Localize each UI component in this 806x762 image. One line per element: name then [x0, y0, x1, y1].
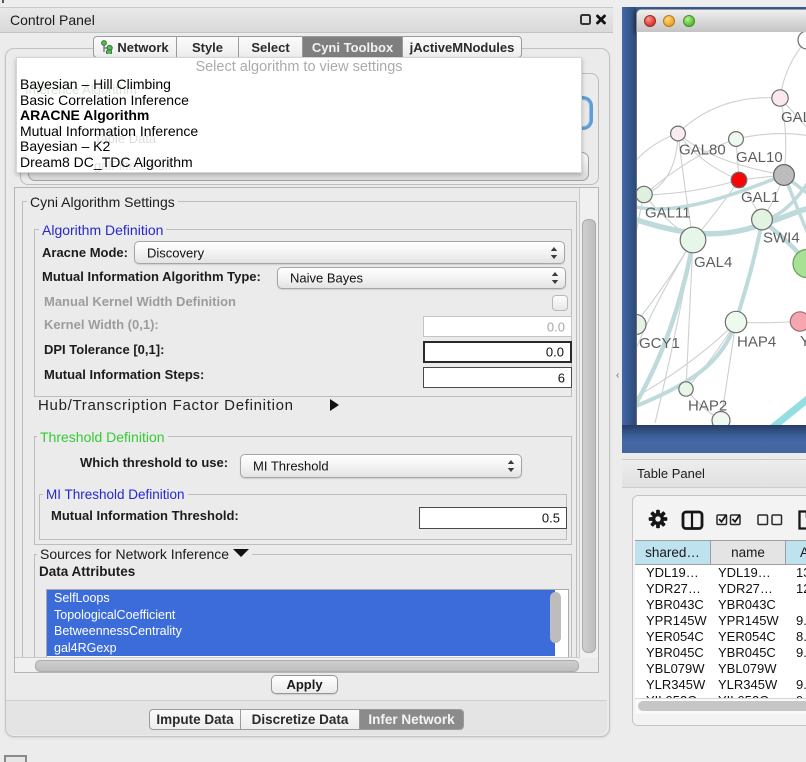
svg-text:GAL10: GAL10 — [736, 149, 783, 166]
svg-text:GAL80: GAL80 — [679, 142, 726, 159]
svg-text:GAL1: GAL1 — [741, 189, 779, 206]
svg-text:GCY1: GCY1 — [639, 335, 680, 352]
svg-text:GAL4: GAL4 — [694, 254, 732, 271]
svg-text:Y: Y — [800, 333, 806, 350]
svg-text:HAP4: HAP4 — [737, 334, 776, 351]
svg-text:SWI4: SWI4 — [763, 230, 800, 247]
svg-text:GAL8: GAL8 — [781, 109, 806, 126]
svg-text:HAP2: HAP2 — [688, 398, 727, 415]
svg-text:GAL11: GAL11 — [645, 205, 691, 222]
